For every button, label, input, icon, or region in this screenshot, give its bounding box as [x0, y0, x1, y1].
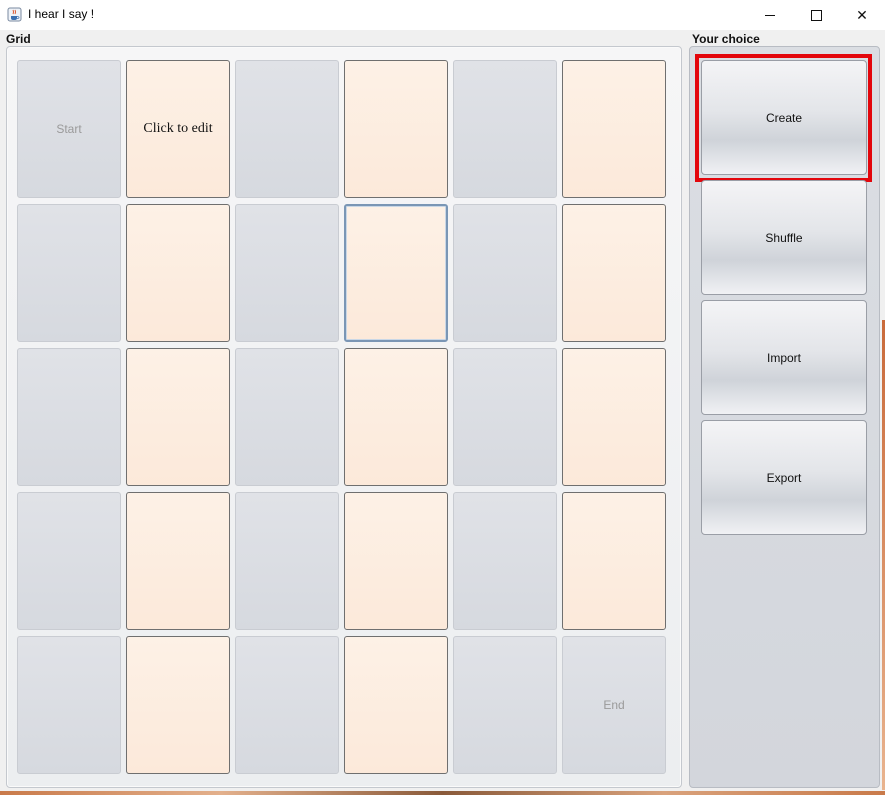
grid-cell[interactable] [126, 348, 230, 486]
grid-cell[interactable] [453, 636, 557, 774]
import-button-label: Import [766, 350, 801, 365]
grid-cell[interactable] [344, 492, 448, 630]
grid-cell[interactable] [235, 60, 339, 198]
close-button[interactable]: ✕ [839, 0, 885, 30]
grid-cell-label: Start [56, 122, 82, 136]
grid-cell[interactable] [126, 636, 230, 774]
grid-cell[interactable]: Start [17, 60, 121, 198]
minimize-button[interactable] [747, 0, 793, 30]
maximize-button[interactable] [793, 0, 839, 30]
background-strip [0, 791, 885, 795]
java-app-icon [7, 7, 22, 22]
grid-cell[interactable] [126, 492, 230, 630]
grid-cell[interactable] [17, 348, 121, 486]
grid-cell[interactable]: End [562, 636, 666, 774]
shuffle-button[interactable]: Shuffle [701, 180, 867, 295]
grid-cell[interactable] [344, 348, 448, 486]
grid-cell[interactable] [344, 204, 448, 342]
grid-cell[interactable] [17, 204, 121, 342]
grid-cell[interactable] [17, 636, 121, 774]
grid-label: Grid [6, 32, 31, 46]
minimize-icon [765, 14, 775, 16]
title-bar: I hear I say ! ✕ [0, 0, 885, 30]
window-title: I hear I say ! [28, 7, 95, 21]
grid-cell[interactable] [562, 60, 666, 198]
grid-cell-label: End [603, 698, 625, 712]
grid-cell[interactable] [235, 204, 339, 342]
grid-cell[interactable] [17, 492, 121, 630]
import-button[interactable]: Import [701, 300, 867, 415]
grid-cell[interactable] [344, 60, 448, 198]
choice-label: Your choice [692, 32, 760, 46]
export-button-label: Export [766, 470, 802, 485]
grid-cell[interactable] [562, 204, 666, 342]
grid-cell[interactable] [126, 204, 230, 342]
grid-cell[interactable] [235, 348, 339, 486]
grid-cell[interactable] [235, 492, 339, 630]
grid-cell-label: Click to edit [143, 121, 213, 136]
close-icon: ✕ [856, 6, 868, 23]
grid-cell[interactable] [235, 636, 339, 774]
maximize-icon [810, 9, 822, 21]
grid-cell[interactable] [453, 60, 557, 198]
highlight-box [695, 54, 872, 182]
export-button[interactable]: Export [701, 420, 867, 535]
shuffle-button-label: Shuffle [765, 230, 803, 245]
grid-cell[interactable] [453, 348, 557, 486]
grid-cell[interactable] [562, 348, 666, 486]
grid-cell[interactable] [453, 204, 557, 342]
grid-cell[interactable] [344, 636, 448, 774]
grid-cell[interactable] [562, 492, 666, 630]
grid-cell[interactable] [453, 492, 557, 630]
grid-cell[interactable]: Click to edit [126, 60, 230, 198]
